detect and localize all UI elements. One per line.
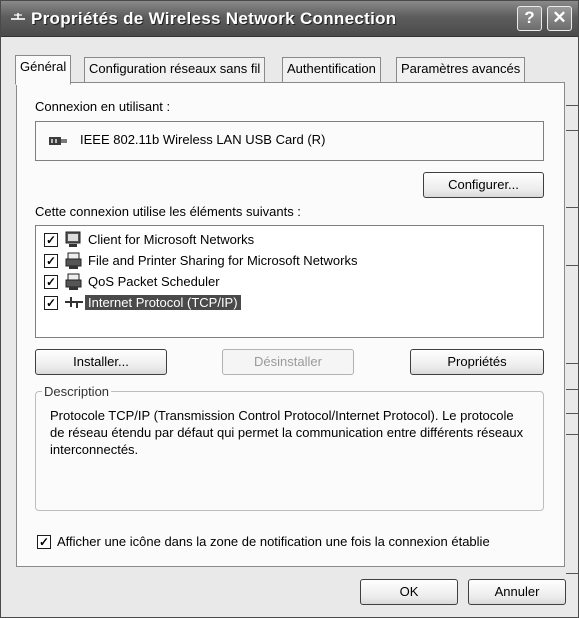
component-label: Internet Protocol (TCP/IP) (85, 295, 241, 310)
divider (566, 265, 578, 266)
tab-advanced-settings[interactable]: Paramètres avancés (396, 57, 526, 83)
component-checkbox[interactable]: ✓ (44, 275, 58, 289)
cancel-button[interactable]: Annuler (468, 579, 566, 605)
description-legend: Description (42, 384, 112, 399)
description-group: Description Protocole TCP/IP (Transmissi… (35, 384, 544, 511)
list-item[interactable]: ✓ QoS Packet Scheduler (42, 272, 537, 293)
ok-button[interactable]: OK (360, 579, 458, 605)
protocol-icon (65, 297, 83, 308)
window-title: Propriétés de Wireless Network Connectio… (31, 9, 397, 28)
title-bar[interactable]: Propriétés de Wireless Network Connectio… (1, 1, 578, 37)
close-button[interactable]: ✕ (547, 6, 572, 31)
list-item[interactable]: ✓ File and Printer Sharing for Microsoft… (42, 251, 537, 272)
configure-button[interactable]: Configurer... (423, 172, 544, 198)
device-box: IEEE 802.11b Wireless LAN USB Card (R) (35, 121, 544, 161)
tab-authentication[interactable]: Authentification (282, 57, 381, 83)
divider (566, 207, 578, 208)
component-checkbox[interactable]: ✓ (44, 233, 58, 247)
list-item[interactable]: ✓ Internet Protocol (TCP/IP) (42, 293, 537, 314)
divider (566, 434, 578, 435)
notify-checkbox[interactable]: ✓ (37, 535, 51, 549)
component-label: File and Printer Sharing for Microsoft N… (88, 253, 358, 268)
description-text: Protocole TCP/IP (Transmission Control P… (50, 408, 524, 457)
tab-general[interactable]: Général (15, 55, 72, 85)
install-button[interactable]: Installer... (35, 349, 167, 375)
network-adapter-icon (49, 137, 67, 145)
divider (566, 130, 578, 131)
network-client-icon (65, 231, 81, 247)
component-checkbox[interactable]: ✓ (44, 296, 58, 310)
divider (566, 105, 578, 106)
uninstall-button[interactable]: Désinstaller (222, 349, 354, 375)
properties-dialog: Propriétés de Wireless Network Connectio… (0, 0, 579, 618)
divider (566, 363, 578, 364)
components-list[interactable]: ✓ Client for Microsoft Networks ✓ File a… (35, 225, 544, 338)
packet-scheduler-icon (65, 273, 82, 290)
component-checkbox[interactable]: ✓ (44, 254, 58, 268)
tab-wireless-configuration[interactable]: Configuration réseaux sans fil (84, 57, 266, 83)
list-item[interactable]: ✓ Client for Microsoft Networks (42, 230, 537, 251)
components-label: Cette connexion utilise les éléments sui… (35, 204, 301, 219)
help-button[interactable]: ? (517, 6, 542, 31)
divider (566, 573, 578, 574)
divider (566, 413, 578, 414)
notify-label: Afficher une icône dans la zone de notif… (57, 534, 490, 549)
general-panel: Connexion en utilisant : IEEE 802.11b Wi… (16, 82, 565, 567)
tab-strip: Général Configuration réseaux sans fil A… (15, 55, 575, 85)
adapter-name: IEEE 802.11b Wireless LAN USB Card (R) (80, 132, 326, 147)
network-connection-icon (11, 13, 25, 20)
divider (566, 389, 578, 390)
connect-using-label: Connexion en utilisant : (35, 99, 171, 114)
component-label: Client for Microsoft Networks (88, 232, 255, 247)
file-printer-sharing-icon (65, 252, 82, 269)
properties-button[interactable]: Propriétés (410, 349, 544, 375)
component-label: QoS Packet Scheduler (88, 274, 220, 289)
